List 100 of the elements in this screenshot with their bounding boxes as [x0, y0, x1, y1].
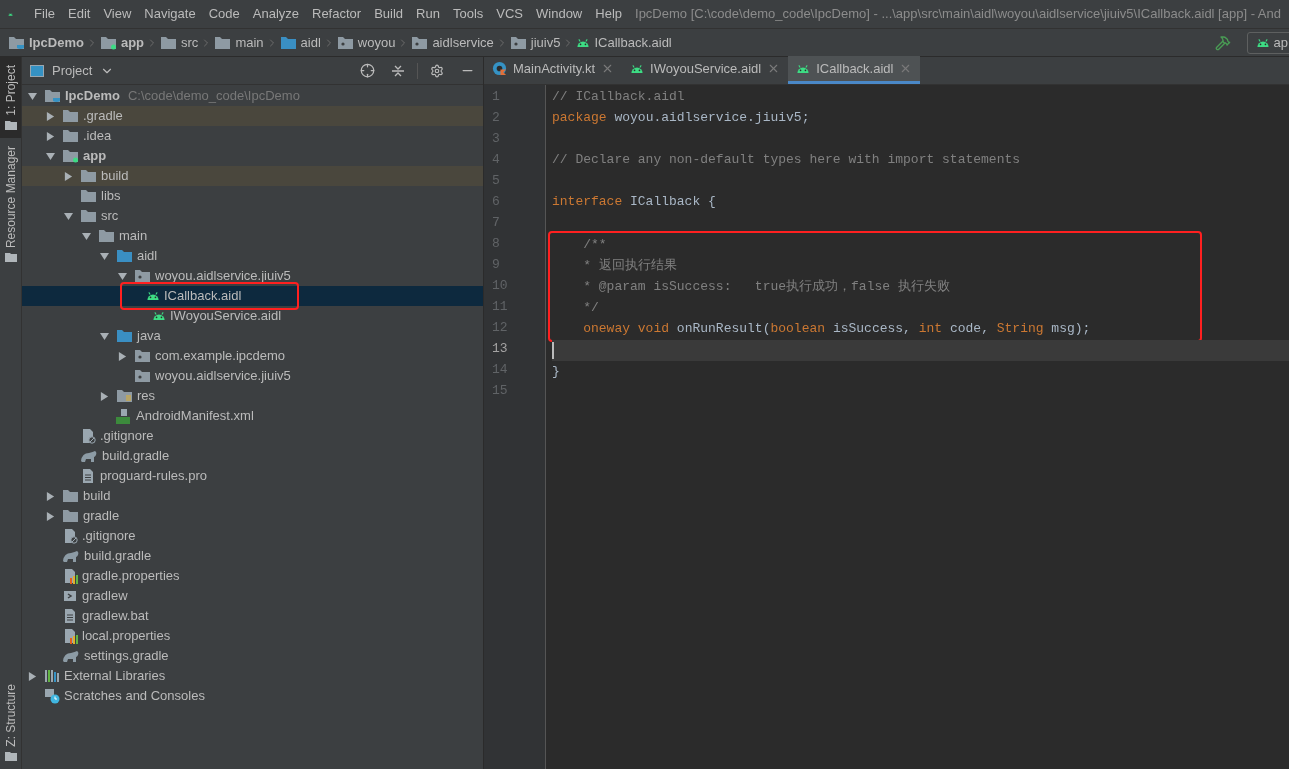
tree-row[interactable]: proguard-rules.pro	[22, 466, 483, 486]
tree-item-label: build.gradle	[84, 547, 152, 566]
collapsed-arrow-icon[interactable]	[46, 491, 55, 501]
menu-item[interactable]: VCS	[496, 4, 523, 24]
tree-row[interactable]: .gradle	[22, 106, 483, 126]
menu-item[interactable]: Code	[208, 4, 240, 24]
breadcrumb[interactable]: main	[214, 32, 264, 53]
collapsed-arrow-icon[interactable]	[28, 671, 37, 681]
collapsed-arrow-icon[interactable]	[118, 351, 127, 361]
tool-window-tab[interactable]: Z: Structure	[0, 676, 21, 769]
editor-tab[interactable]: IWoyouService.aidl	[622, 56, 789, 84]
tree-row[interactable]: build	[22, 166, 483, 186]
code-line: package woyou.aidlservice.jiuiv5;	[552, 108, 811, 127]
tree-row[interactable]: gradlew.bat	[22, 606, 483, 626]
package-icon	[336, 35, 354, 50]
breadcrumb[interactable]: ICallback.aidl	[576, 32, 672, 53]
tree-row[interactable]: settings.gradle	[22, 646, 483, 666]
breadcrumb[interactable]: IpcDemo	[8, 32, 84, 53]
tree-row[interactable]: External Libraries	[22, 666, 483, 686]
text-file-icon	[62, 608, 78, 624]
tree-row[interactable]: res	[22, 386, 483, 406]
code-line: // Declare any non-default types here with import statements	[552, 150, 1022, 169]
tree-item-label: com.example.ipcdemo	[155, 347, 286, 366]
breadcrumb[interactable]: woyou	[336, 32, 396, 53]
collapsed-arrow-icon[interactable]	[100, 391, 109, 401]
properties-file-icon	[62, 628, 78, 644]
tree-row[interactable]: libs	[22, 186, 483, 206]
tree-item-label: src	[101, 207, 119, 226]
tree-row[interactable]: woyou.aidlservice.jiuiv5	[22, 366, 483, 386]
tool-window-tab[interactable]: 1: Project	[0, 57, 21, 138]
ignore-file-icon	[80, 428, 96, 444]
manifest-file-icon	[116, 408, 132, 424]
expanded-arrow-icon[interactable]	[82, 231, 91, 241]
menu-item[interactable]: Window	[536, 4, 583, 24]
locate-icon[interactable]	[360, 63, 375, 78]
ignore-file-icon	[62, 528, 78, 544]
menu-item[interactable]: Analyze	[252, 4, 299, 24]
tree-row[interactable]: aidl	[22, 246, 483, 266]
tree-row[interactable]: .gitignore	[22, 426, 483, 446]
breadcrumb[interactable]: app	[99, 32, 145, 53]
tree-row[interactable]: main	[22, 226, 483, 246]
code-line: // ICallback.aidl	[552, 87, 686, 106]
tree-row[interactable]: build.gradle	[22, 546, 483, 566]
tree-row[interactable]: AndroidManifest.xml	[22, 406, 483, 426]
tree-row[interactable]: java	[22, 326, 483, 346]
editor-tab[interactable]: ICallback.aidl	[788, 56, 921, 84]
build-icon[interactable]	[1214, 34, 1231, 51]
panel-title[interactable]: Project	[52, 60, 93, 81]
folder-icon	[116, 249, 133, 263]
code-line: * @param isSuccess: true执行成功，false 执行失败	[582, 277, 951, 296]
tree-item-label: .gradle	[83, 107, 123, 126]
libraries-icon	[44, 669, 60, 683]
tree-row[interactable]: src	[22, 206, 483, 226]
menu-item[interactable]: Run	[416, 4, 440, 24]
tree-item-label: gradle.properties	[82, 567, 180, 586]
menu-item[interactable]: Tools	[452, 4, 484, 24]
menu-item[interactable]: View	[103, 4, 132, 24]
tree-item-label: build	[83, 487, 111, 506]
tree-row[interactable]: gradle	[22, 506, 483, 526]
menu-item[interactable]: Build	[374, 4, 404, 24]
collapsed-arrow-icon[interactable]	[46, 511, 55, 521]
expanded-arrow-icon[interactable]	[100, 331, 109, 341]
tree-row[interactable]: build	[22, 486, 483, 506]
menu-item[interactable]: Help	[595, 4, 622, 24]
settings-icon[interactable]	[430, 63, 444, 78]
collapsed-arrow-icon[interactable]	[46, 131, 55, 141]
menu-item[interactable]: File	[34, 4, 55, 24]
tree-row[interactable]: local.properties	[22, 626, 483, 646]
expanded-arrow-icon[interactable]	[100, 251, 109, 261]
tree-row[interactable]: gradle.properties	[22, 566, 483, 586]
tree-row[interactable]: app	[22, 146, 483, 166]
tree-row[interactable]: Scratches and Consoles	[22, 686, 483, 706]
menu-item[interactable]: Navigate	[144, 4, 196, 24]
tree-row[interactable]: .idea	[22, 126, 483, 146]
tool-window-tab[interactable]: Resource Manager	[0, 137, 21, 270]
collapsed-arrow-icon[interactable]	[64, 171, 73, 181]
tree-row[interactable]: IWoyouService.aidl	[22, 306, 483, 326]
tree-row[interactable]: build.gradle	[22, 446, 483, 466]
tree-row[interactable]: gradlew	[22, 586, 483, 606]
menu-item[interactable]: Edit	[68, 4, 91, 24]
menu-item[interactable]: Refactor	[312, 4, 362, 24]
expanded-arrow-icon[interactable]	[28, 91, 37, 101]
breadcrumb[interactable]: aidlservice	[411, 32, 494, 53]
expanded-arrow-icon[interactable]	[64, 211, 73, 221]
editor-tab[interactable]: MainActivity.kt	[484, 56, 623, 84]
breadcrumb[interactable]: jiuiv5	[509, 32, 561, 53]
breadcrumb[interactable]: aidl	[279, 32, 321, 53]
expanded-arrow-icon[interactable]	[46, 151, 55, 161]
breadcrumb[interactable]: src	[160, 32, 199, 53]
tree-row[interactable]: com.example.ipcdemo	[22, 346, 483, 366]
tree-row[interactable]: IpcDemo C:\code\demo_code\IpcDemo	[22, 86, 483, 106]
collapse-all-icon[interactable]	[391, 63, 405, 78]
tree-row[interactable]: woyou.aidlservice.jiuiv5	[22, 266, 483, 286]
run-configuration-dropdown[interactable]: ap	[1246, 31, 1289, 54]
text-file-icon	[80, 468, 96, 484]
tree-item-label: woyou.aidlservice.jiuiv5	[155, 267, 291, 286]
tree-row[interactable]: .gitignore	[22, 526, 483, 546]
collapsed-arrow-icon[interactable]	[46, 111, 55, 121]
expanded-arrow-icon[interactable]	[118, 271, 127, 281]
elephant-icon	[62, 649, 80, 663]
